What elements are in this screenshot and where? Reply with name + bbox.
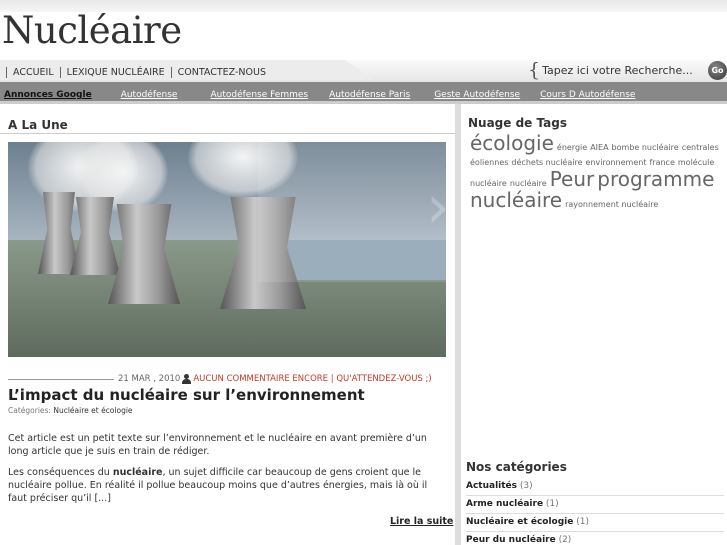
tag-link[interactable]: france [649, 158, 674, 167]
ad-link[interactable]: Autodéfense Paris [329, 90, 410, 100]
tag-link[interactable]: AIEA [590, 143, 608, 152]
user-icon [182, 374, 192, 384]
brace-icon: { [528, 59, 541, 81]
featured-image[interactable]: › [8, 142, 446, 357]
nav-separator [6, 67, 7, 78]
category-name[interactable]: Nucléaire et écologie [466, 517, 573, 527]
ad-link[interactable]: Cours D Autodéfense [540, 90, 635, 100]
ad-link[interactable]: Autodéfense [121, 90, 178, 100]
tag-link[interactable]: déchets nucléaire [511, 158, 582, 167]
category-item[interactable]: Arme nucléaire (1) [466, 496, 724, 514]
category-name[interactable]: Arme nucléaire [466, 499, 543, 509]
comments-link[interactable]: Aucun commentaire encore | Qu'attendez-v… [193, 374, 431, 384]
category-count: (3) [517, 481, 533, 491]
post-categories: Catégories: Nucléaire et écologie [8, 406, 133, 415]
post-title[interactable]: L’impact du nucléaire sur l’environnemen… [8, 386, 365, 404]
nav-separator [59, 67, 61, 78]
tag-link[interactable]: environnement [586, 158, 647, 167]
read-more-link[interactable]: Lire la suite [390, 516, 453, 527]
search-box[interactable]: { Tapez ici votre Recherche... [528, 59, 693, 81]
nav-item-lexique[interactable]: Lexique nucléaire [67, 67, 165, 78]
nav-separator [170, 67, 172, 78]
ad-panel [461, 225, 727, 447]
categories-heading: Nos catégories [466, 460, 567, 474]
tag-cloud-heading: Nuage de Tags [468, 116, 567, 130]
categories-list: Actualités (3) Arme nucléaire (1) Nucléair… [466, 478, 724, 545]
tag-link[interactable]: rayonnement nucléaire [565, 200, 658, 209]
categories-label: Catégories: [8, 406, 51, 415]
tag-link[interactable]: nucléaire [510, 179, 547, 188]
category-item[interactable]: Actualités (3) [466, 478, 724, 496]
category-item[interactable]: Nucléaire et écologie (1) [466, 514, 724, 532]
main-nav: Accueil Lexique nucléaire Contactez-nous [0, 67, 266, 78]
post-meta: 21 MAR , 2010 Aucun commentaire encore |… [8, 374, 448, 384]
category-count: (1) [573, 517, 589, 527]
tag-link[interactable]: bombe nucléaire [612, 143, 679, 152]
tag-link[interactable]: écologie [470, 131, 554, 155]
tag-cloud: écologie énergie AIEA bombe nucléaire centra… [470, 133, 725, 211]
site-title[interactable]: Nucléaire [2, 9, 182, 52]
ad-links: Annonces Google Autodéfense Autodéfense … [4, 90, 635, 100]
category-name[interactable]: Peur du nucléaire [466, 535, 556, 545]
post-date: 21 MAR , 2010 [118, 374, 181, 384]
post-excerpt-2: Les conséquences du nucléaire, un sujet … [8, 467, 428, 504]
category-link[interactable]: Nucléaire et écologie [53, 406, 132, 415]
post-excerpt-1: Cet article est un petit texte sur l’env… [8, 433, 427, 457]
ad-link[interactable]: Autodéfense Femmes [210, 90, 308, 100]
category-name[interactable]: Actualités [466, 481, 517, 491]
nav-item-contact[interactable]: Contactez-nous [178, 67, 266, 78]
ad-link[interactable]: Geste Autodéfense [434, 90, 520, 100]
chevron-right-icon: › [426, 172, 446, 242]
nav-item-accueil[interactable]: Accueil [13, 67, 54, 78]
main-heading-rule [0, 133, 455, 134]
keyword-bold: nucléaire [112, 467, 163, 478]
search-go-button[interactable]: Go [708, 61, 727, 80]
category-count: (2) [555, 535, 572, 545]
category-item[interactable]: Peur du nucléaire (2) [466, 532, 724, 545]
ads-google-label[interactable]: Annonces Google [4, 90, 92, 100]
main-heading: A La Une [8, 118, 68, 132]
category-count: (1) [543, 499, 559, 509]
search-input[interactable]: Tapez ici votre Recherche... [542, 64, 693, 77]
tag-link[interactable]: énergie [557, 143, 587, 152]
